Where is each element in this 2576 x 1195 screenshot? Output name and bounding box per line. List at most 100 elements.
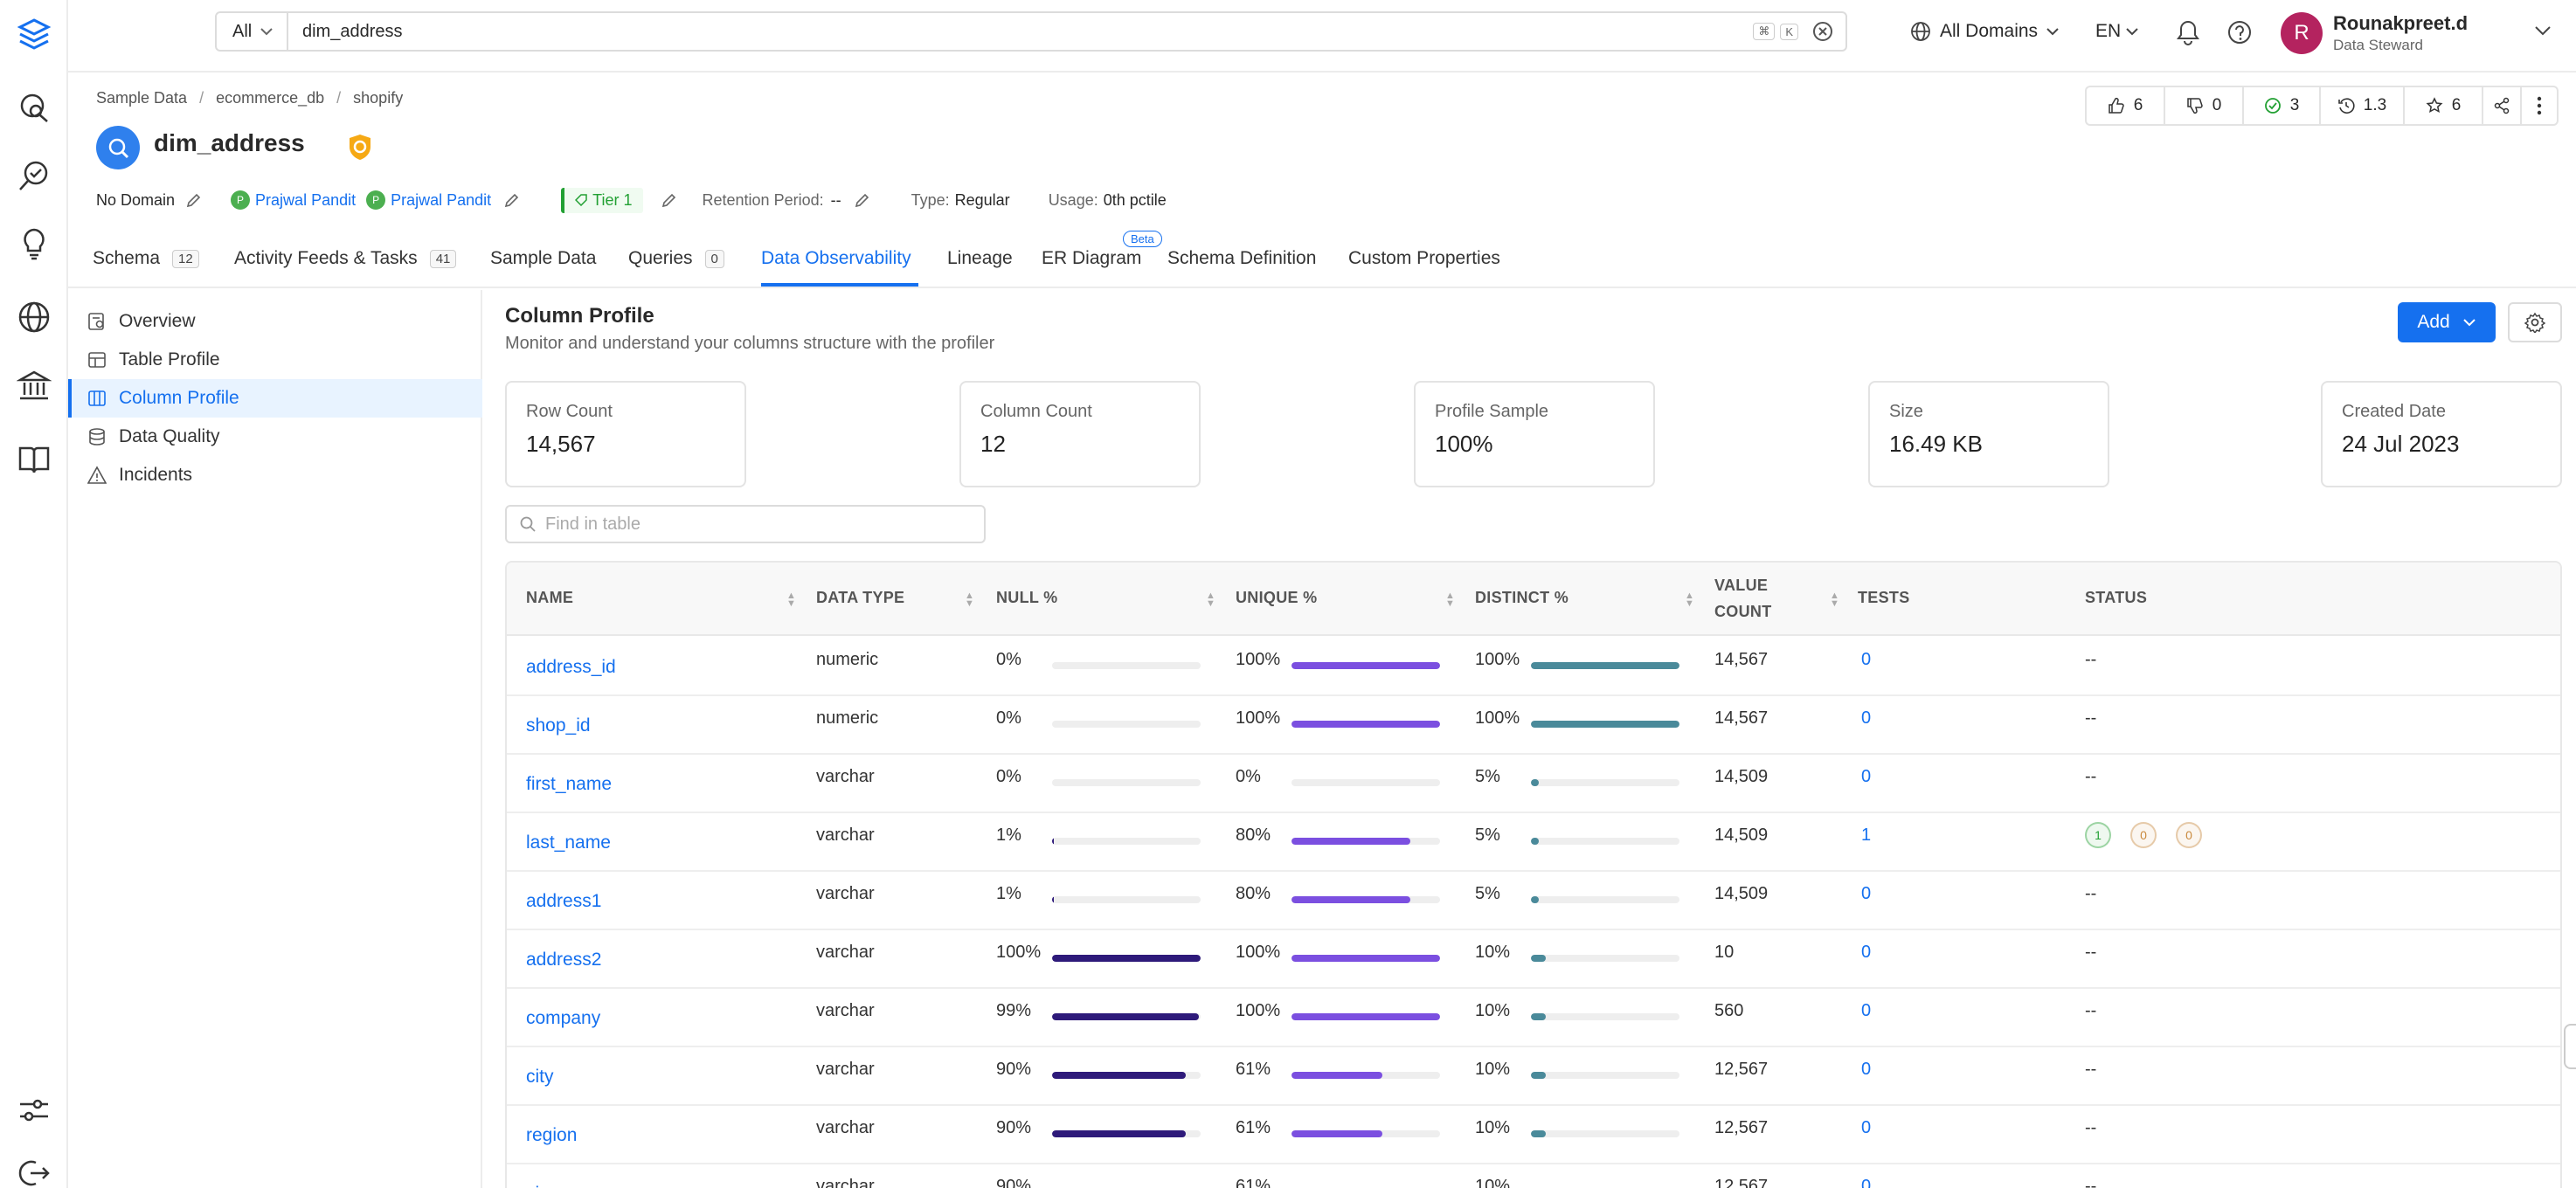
nav-data-quality[interactable]: Data Quality — [68, 418, 482, 456]
tab-queries[interactable]: Queries 0 — [628, 248, 724, 269]
edit-icon[interactable] — [854, 191, 871, 209]
column-name-link[interactable]: address2 — [526, 950, 601, 971]
nav-incidents[interactable]: Incidents — [68, 456, 482, 494]
column-name-link[interactable]: address_id — [526, 657, 616, 678]
governance-icon[interactable] — [12, 363, 56, 407]
nav-column-profile[interactable]: Column Profile — [68, 379, 482, 418]
header-distinct-pct[interactable]: DISTINCT % — [1475, 589, 1568, 607]
profiler-settings-button[interactable] — [2508, 302, 2562, 342]
edit-icon[interactable] — [185, 191, 203, 209]
breadcrumb-item[interactable]: shopify — [353, 89, 403, 107]
owner-chip[interactable]: P Prajwal Pandit — [366, 190, 491, 210]
share-button[interactable] — [2482, 86, 2520, 126]
sort-icon[interactable]: ▲ ▼ — [1685, 591, 1694, 609]
find-in-table-input[interactable]: Find in table — [505, 505, 986, 543]
header-unique-pct[interactable]: UNIQUE % — [1236, 589, 1317, 607]
version-button[interactable]: 1.3 — [2319, 86, 2403, 126]
tab-schema-definition[interactable]: Schema Definition — [1167, 248, 1316, 269]
data-quality-icon[interactable] — [12, 154, 56, 197]
domain-selector[interactable]: All Domains — [1910, 21, 2059, 42]
settings-icon[interactable] — [12, 1088, 56, 1132]
column-name-link[interactable]: last_name — [526, 832, 611, 853]
clear-search-icon[interactable] — [1812, 21, 1833, 42]
sort-icon[interactable]: ▲ ▼ — [786, 591, 796, 609]
header-null-pct[interactable]: NULL % — [996, 589, 1057, 607]
column-name-link[interactable]: shop_id — [526, 715, 591, 736]
domains-icon[interactable] — [12, 295, 56, 339]
column-name-link[interactable]: region — [526, 1125, 577, 1146]
tab-lineage[interactable]: Lineage — [947, 248, 1013, 269]
chevron-down-icon[interactable] — [2534, 24, 2552, 37]
tab-activity-feeds[interactable]: Activity Feeds & Tasks 41 — [234, 248, 457, 269]
insights-icon[interactable] — [12, 222, 56, 266]
tests-count-link[interactable]: 0 — [1861, 650, 1871, 670]
data-type-value: numeric — [816, 650, 879, 669]
logout-icon[interactable] — [12, 1151, 56, 1195]
tasks-button[interactable]: 3 — [2242, 86, 2319, 126]
header-value-count[interactable]: VALUE — [1714, 577, 1768, 595]
follow-button[interactable]: 6 — [2403, 86, 2482, 126]
more-actions-button[interactable] — [2520, 86, 2559, 126]
metric-label: Column Count — [980, 402, 1092, 421]
search-input[interactable]: dim_address — [288, 22, 1753, 42]
edit-icon[interactable] — [503, 191, 521, 209]
breadcrumb-item[interactable]: ecommerce_db — [216, 89, 324, 107]
add-button[interactable]: Add — [2398, 302, 2496, 342]
tab-custom-properties[interactable]: Custom Properties — [1348, 248, 1500, 269]
dislike-button[interactable]: 0 — [2164, 86, 2242, 126]
status-value: -- — [2085, 1118, 2097, 1137]
sort-icon[interactable]: ▲ ▼ — [1445, 591, 1455, 609]
owner-name[interactable]: Prajwal Pandit — [255, 191, 356, 210]
overview-icon — [88, 313, 104, 330]
user-name[interactable]: Rounakpreet.d — [2333, 12, 2468, 35]
column-name-link[interactable]: zip — [526, 1184, 550, 1188]
tests-count-link[interactable]: 0 — [1861, 767, 1871, 787]
language-selector[interactable]: EN — [2095, 21, 2138, 42]
breadcrumb-item[interactable]: Sample Data — [96, 89, 187, 107]
global-search[interactable]: All dim_address ⌘ K — [215, 11, 1847, 52]
sort-icon[interactable]: ▲ ▼ — [965, 591, 974, 609]
avatar[interactable]: R — [2281, 12, 2323, 54]
like-button[interactable]: 6 — [2085, 86, 2164, 126]
unique-pct-value: 100% — [1236, 1001, 1281, 1020]
column-name-link[interactable]: city — [526, 1067, 554, 1088]
tests-count-link[interactable]: 0 — [1861, 1060, 1871, 1080]
nav-overview[interactable]: Overview — [68, 302, 482, 341]
tab-sample-data[interactable]: Sample Data — [490, 248, 596, 269]
null-pct-bar — [1052, 896, 1201, 903]
nav-table-profile[interactable]: Table Profile — [68, 341, 482, 379]
value-count-value: 14,509 — [1714, 825, 1769, 845]
header-data-type[interactable]: DATA TYPE — [816, 589, 904, 607]
tests-count-link[interactable]: 1 — [1861, 825, 1871, 846]
tests-count-link[interactable]: 0 — [1861, 943, 1871, 963]
tests-count-link[interactable]: 0 — [1861, 884, 1871, 904]
tests-count-link[interactable]: 0 — [1861, 1001, 1871, 1021]
header-name[interactable]: NAME — [526, 589, 573, 607]
value-count-value: 10 — [1714, 943, 1735, 962]
glossary-icon[interactable] — [12, 437, 56, 480]
tab-er-diagram[interactable]: ER Diagram — [1042, 248, 1141, 269]
header-value-count[interactable]: COUNT — [1714, 603, 1772, 621]
explore-icon[interactable] — [12, 86, 56, 129]
tab-data-observability[interactable]: Data Observability — [761, 248, 911, 269]
owner-name[interactable]: Prajwal Pandit — [391, 191, 491, 210]
distinct-pct-bar — [1531, 955, 1679, 962]
help-icon[interactable] — [2226, 19, 2253, 50]
sort-icon[interactable]: ▲ ▼ — [1830, 591, 1839, 609]
owner-chip[interactable]: P Prajwal Pandit — [231, 190, 356, 210]
sort-icon[interactable]: ▲ ▼ — [1206, 591, 1215, 609]
tests-count-link[interactable]: 0 — [1861, 1177, 1871, 1188]
tests-count-link[interactable]: 0 — [1861, 708, 1871, 729]
tab-schema[interactable]: Schema 12 — [93, 248, 199, 269]
column-name-link[interactable]: company — [526, 1008, 600, 1029]
search-scope-select[interactable]: All — [217, 13, 288, 50]
notifications-icon[interactable] — [2176, 19, 2200, 50]
value-count-value: 12,567 — [1714, 1060, 1769, 1079]
tests-count-link[interactable]: 0 — [1861, 1118, 1871, 1138]
column-name-link[interactable]: first_name — [526, 774, 612, 795]
side-panel-handle[interactable] — [2564, 1024, 2576, 1069]
entity-meta-row: No Domain P Prajwal Pandit P Prajwal Pan… — [96, 187, 1167, 213]
app-logo-icon[interactable] — [12, 12, 56, 56]
edit-icon[interactable] — [661, 191, 678, 209]
column-name-link[interactable]: address1 — [526, 891, 601, 912]
